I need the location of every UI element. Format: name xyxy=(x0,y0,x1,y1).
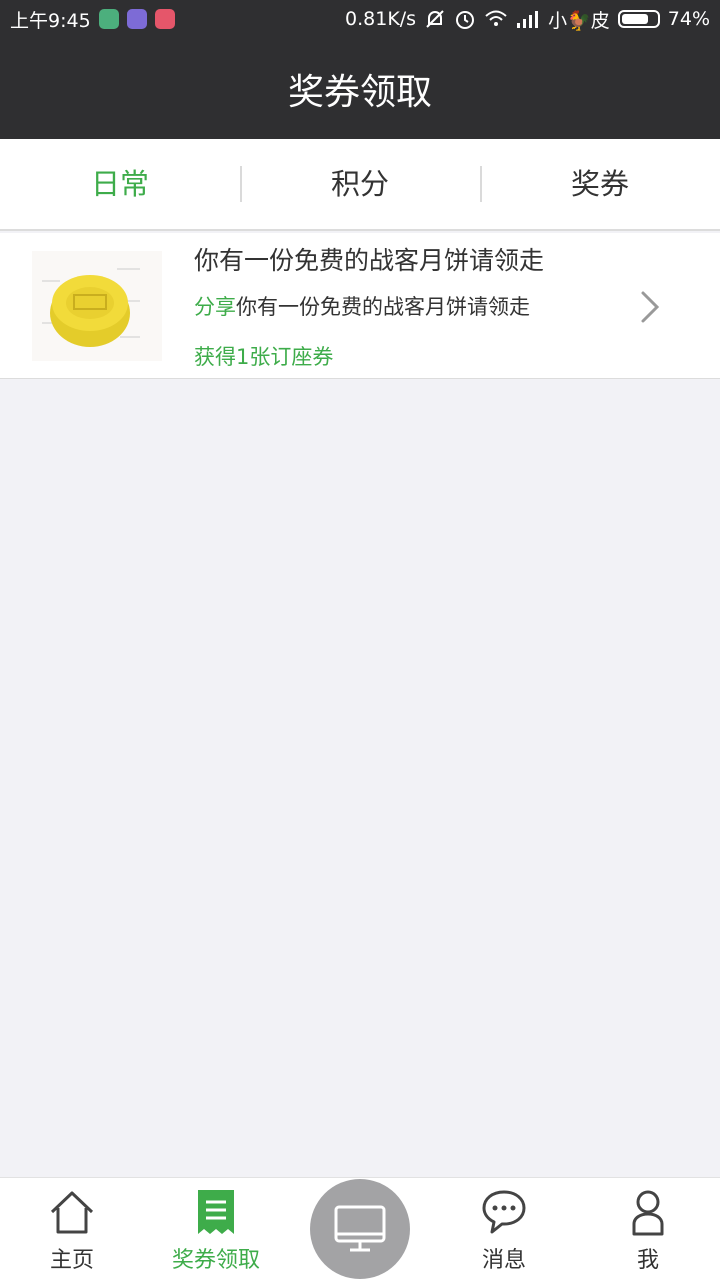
user-icon xyxy=(624,1188,672,1236)
tab-bar: 日常 积分 奖券 xyxy=(0,139,720,231)
item-subtitle: 分享你有一份免费的战客月饼请领走 xyxy=(194,291,530,321)
carrier-name: 小🐓皮 xyxy=(548,9,610,32)
tab-coupons[interactable]: 奖券 xyxy=(480,138,720,230)
nav-home-label: 主页 xyxy=(49,1248,94,1273)
nav-home[interactable]: 主页 xyxy=(0,1178,144,1280)
chevron-right-icon xyxy=(638,289,662,325)
status-bar: 上午9:45 0.81K/s 小🐓皮 74% xyxy=(0,0,720,38)
monitor-icon xyxy=(334,1205,386,1252)
purple-app-icon xyxy=(126,9,147,29)
wifi-icon xyxy=(484,9,508,29)
mute-icon xyxy=(424,8,446,30)
tab-points[interactable]: 积分 xyxy=(240,138,480,230)
network-speed: 0.81K/s xyxy=(345,8,417,30)
nav-me[interactable]: 我 xyxy=(576,1178,720,1280)
camera-app-icon xyxy=(154,9,175,29)
nav-me-label: 我 xyxy=(636,1248,659,1273)
page-title: 奖券领取 xyxy=(287,71,432,113)
item-title: 你有一份免费的战客月饼请领走 xyxy=(194,246,545,275)
ticket-icon xyxy=(192,1188,240,1236)
list-item[interactable]: 你有一份免费的战客月饼请领走 分享你有一份免费的战客月饼请领走 获得1张订座券 xyxy=(0,233,720,379)
battery-percent: 74% xyxy=(667,8,710,30)
home-icon xyxy=(48,1188,96,1236)
item-reward: 获得1张订座券 xyxy=(194,345,334,369)
item-subtitle-text: 你有一份免费的战客月饼请领走 xyxy=(236,295,530,319)
signal-icon xyxy=(516,10,540,28)
status-time: 上午9:45 xyxy=(10,9,91,32)
nav-coupons[interactable]: 奖券领取 xyxy=(144,1178,288,1280)
nav-messages-label: 消息 xyxy=(481,1248,526,1273)
title-bar: 奖券领取 xyxy=(0,38,720,139)
nav-messages[interactable]: 消息 xyxy=(432,1178,576,1280)
battery-icon xyxy=(617,10,660,28)
shield-app-icon xyxy=(98,9,119,29)
alarm-icon xyxy=(454,8,476,30)
tab-daily[interactable]: 日常 xyxy=(0,138,240,230)
chat-icon xyxy=(480,1188,528,1236)
nav-coupons-label: 奖券领取 xyxy=(171,1248,260,1273)
center-monitor-button[interactable] xyxy=(310,1179,410,1279)
share-label: 分享 xyxy=(194,295,236,319)
mooncake-image xyxy=(32,251,162,361)
